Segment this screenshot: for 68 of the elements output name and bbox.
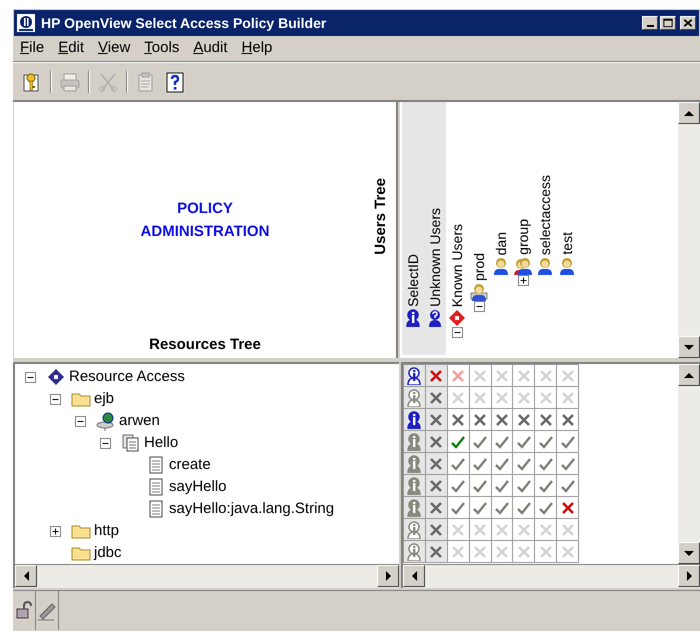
close-icon xyxy=(681,17,695,29)
triangle-down-icon xyxy=(684,550,694,556)
user-label[interactable]: group xyxy=(513,219,533,255)
scroll-left-button[interactable] xyxy=(15,565,37,587)
menu-item[interactable]: Edit xyxy=(53,37,90,60)
user-label[interactable]: Known Users xyxy=(447,224,467,307)
users-tree-label: Users Tree xyxy=(370,178,390,255)
menu-item[interactable]: View xyxy=(93,37,136,60)
scroll-down-button[interactable] xyxy=(678,336,700,358)
server-icon xyxy=(96,411,116,431)
user-label[interactable]: dan xyxy=(491,232,511,255)
person-icon xyxy=(404,309,422,327)
triangle-right-icon xyxy=(386,571,390,581)
minimize-button[interactable] xyxy=(642,16,658,30)
tree-item[interactable]: jdbc xyxy=(94,542,122,564)
scroll-down-button[interactable] xyxy=(678,542,700,564)
vertical-scrollbar[interactable] xyxy=(678,364,700,564)
horizontal-scrollbar[interactable] xyxy=(15,564,399,588)
person-icon xyxy=(536,257,554,275)
person-icon xyxy=(492,257,510,275)
maximize-icon xyxy=(661,17,675,29)
tree-item[interactable]: sayHello xyxy=(169,476,227,498)
person-icon xyxy=(558,257,576,275)
people-icon xyxy=(514,257,532,275)
triangle-right-icon xyxy=(686,571,692,581)
tree-item[interactable]: Resource Access xyxy=(69,366,185,388)
menu-item[interactable]: Help xyxy=(236,37,278,60)
help-icon xyxy=(164,70,186,92)
triangle-left-icon xyxy=(412,571,416,581)
scissors-icon xyxy=(97,70,119,92)
triangle-down-icon xyxy=(684,344,694,350)
horizontal-scrollbar[interactable] xyxy=(403,564,700,588)
scroll-right-button[interactable] xyxy=(377,565,399,587)
documents-icon xyxy=(121,433,141,453)
menu-item[interactable]: Tools xyxy=(139,37,184,60)
user-label[interactable]: test xyxy=(557,232,577,255)
vertical-scrollbar[interactable] xyxy=(678,102,700,358)
menu-item[interactable]: Audit xyxy=(188,37,233,60)
menu-item[interactable]: File xyxy=(15,37,50,60)
user-label[interactable]: selectaccess xyxy=(535,174,555,255)
maximize-button[interactable] xyxy=(660,16,676,30)
scroll-right-button[interactable] xyxy=(678,565,700,587)
tree-item[interactable]: create xyxy=(169,454,211,476)
tree-item[interactable]: http xyxy=(94,520,120,542)
tree-item[interactable]: Hello xyxy=(144,432,178,454)
banner-text: ADMINISTRATION xyxy=(140,222,270,242)
banner-text: POLICY xyxy=(177,199,233,219)
triangle-up-icon xyxy=(684,110,694,116)
scroll-up-button[interactable] xyxy=(678,102,700,124)
user-label[interactable]: prod xyxy=(469,252,489,281)
triangle-left-icon xyxy=(24,571,28,581)
minimize-icon xyxy=(646,25,654,27)
diamond-icon xyxy=(448,309,466,327)
tree-item[interactable]: arwen xyxy=(119,410,160,432)
scroll-up-button[interactable] xyxy=(678,364,700,386)
logo-icon xyxy=(17,14,35,32)
person-icon xyxy=(426,309,444,327)
close-button[interactable] xyxy=(680,16,696,30)
resources-tree-label: Resources Tree xyxy=(149,334,261,354)
window-title: HP OpenView Select Access Policy Builder xyxy=(41,14,326,33)
tree-item[interactable]: sayHello:java.lang.String xyxy=(169,498,334,520)
printer-icon xyxy=(59,70,81,92)
user-label[interactable]: SelectID xyxy=(403,254,423,307)
triangle-up-icon xyxy=(684,372,694,378)
diamond-icon xyxy=(46,367,66,387)
people-icon xyxy=(470,283,488,301)
tree-item[interactable]: ejb xyxy=(94,388,114,410)
scroll-left-button[interactable] xyxy=(403,565,425,587)
